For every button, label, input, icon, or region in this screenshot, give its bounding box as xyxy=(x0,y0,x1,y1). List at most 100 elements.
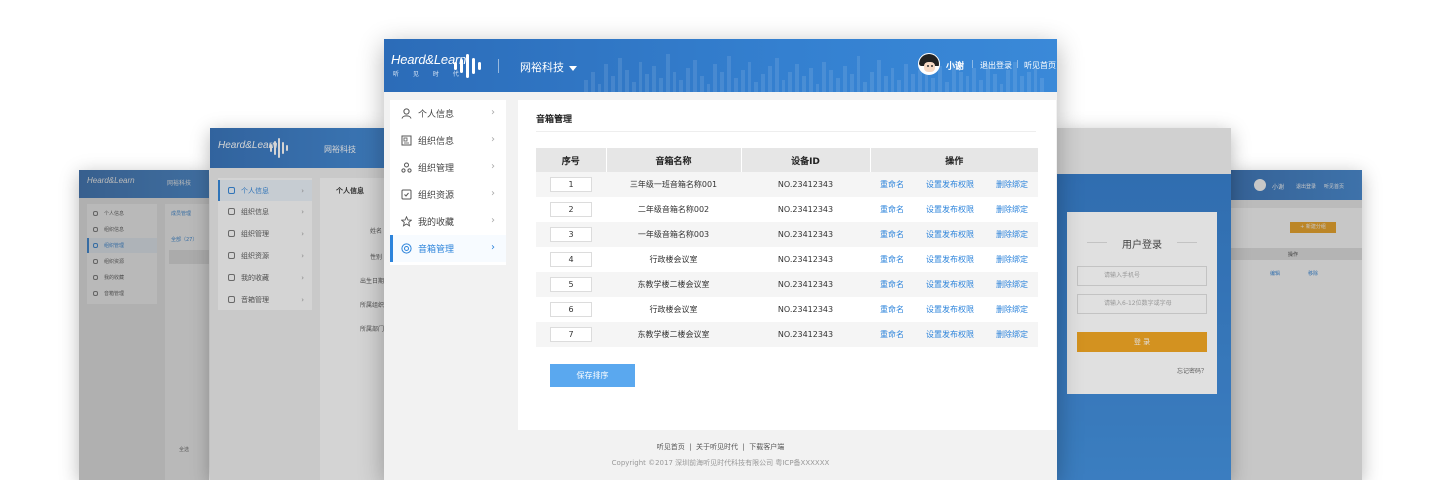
table-row: 4 行政楼会议室 NO.23412343 重命名 设置发布权限 删除绑定 xyxy=(536,247,1038,272)
unbind-link[interactable]: 删除绑定 xyxy=(996,180,1028,189)
sidebar-item-org-resource[interactable]: 组织资源 › xyxy=(390,181,506,208)
page-title: 音箱管理 xyxy=(536,115,573,125)
bg-screen-profile: Heard&Learn 网裕科技 个人信息 › 组织信息 › 组织管理 › 组织资源 ›… xyxy=(210,128,384,480)
chevron-right-icon: › xyxy=(491,107,495,118)
equalizer-bar xyxy=(767,66,772,92)
avatar[interactable] xyxy=(918,53,940,75)
bg-list-select-all: 全选 xyxy=(179,447,190,453)
home-link[interactable]: 听见首页 xyxy=(1024,60,1056,71)
publish-permission-link[interactable]: 设置发布权限 xyxy=(926,180,974,189)
bg-left-item: 组织资源 xyxy=(104,259,125,265)
rename-link[interactable]: 重命名 xyxy=(880,255,904,264)
equalizer-bar xyxy=(1026,72,1031,92)
unbind-link[interactable]: 删除绑定 xyxy=(996,255,1028,264)
login-button[interactable]: 登 录 xyxy=(1077,332,1207,352)
login-title: 用户登录 xyxy=(1122,240,1162,251)
title-divider xyxy=(536,131,1036,132)
sidebar-item-profile[interactable]: 个人信息 › xyxy=(390,100,506,127)
equalizer-bar xyxy=(965,76,970,92)
bg-right-action: 移除 xyxy=(1308,271,1319,277)
device-id-cell: NO.23412343 xyxy=(741,172,870,197)
bg-screen-left: Heard&Learn 网裕科技 个人信息 组织信息 组织管理 组织资源 我的收… xyxy=(79,170,209,480)
seq-input[interactable]: 4 xyxy=(550,252,592,267)
seq-input[interactable]: 2 xyxy=(550,202,592,217)
equalizer-bar xyxy=(645,74,650,92)
bg-right-ops-header: 操作 xyxy=(1288,252,1299,258)
seq-input[interactable]: 7 xyxy=(550,327,592,342)
unbind-link[interactable]: 删除绑定 xyxy=(996,280,1028,289)
equalizer-bar xyxy=(795,64,799,92)
unbind-link[interactable]: 删除绑定 xyxy=(996,230,1028,239)
sidebar-item-org-info[interactable]: 组织信息 › xyxy=(390,127,506,154)
footer-link-about[interactable]: 关于听见时代 xyxy=(696,443,738,451)
unbind-link[interactable]: 删除绑定 xyxy=(996,305,1028,314)
footer-link-download[interactable]: 下载客户端 xyxy=(749,443,784,451)
bg-profile-field: 所属组织 xyxy=(360,302,384,309)
rename-link[interactable]: 重命名 xyxy=(880,180,904,189)
speaker-name-cell: 东教学楼二楼会议室 xyxy=(606,272,741,297)
forgot-password-link[interactable]: 忘记密码？ xyxy=(1177,366,1207,375)
publish-permission-link[interactable]: 设置发布权限 xyxy=(926,305,974,314)
id-card-icon xyxy=(93,227,98,232)
publish-permission-link[interactable]: 设置发布权限 xyxy=(926,255,974,264)
seq-input[interactable]: 6 xyxy=(550,302,592,317)
rename-link[interactable]: 重命名 xyxy=(880,230,904,239)
actions-cell: 重命名 设置发布权限 删除绑定 xyxy=(870,222,1038,247)
seq-cell: 3 xyxy=(536,222,606,247)
equalizer-bar xyxy=(870,72,874,92)
equalizer-bar xyxy=(761,74,765,92)
footer-links: 听见首页 | 关于听见时代 | 下载客户端 xyxy=(384,442,1057,452)
user-name[interactable]: 小谢 xyxy=(946,59,964,72)
equalizer-bar xyxy=(665,54,670,92)
bg-left-item: 组织管理 xyxy=(104,243,125,249)
chevron-right-icon: › xyxy=(491,242,495,253)
resource-icon xyxy=(228,252,235,259)
equalizer-bar xyxy=(679,80,684,92)
rename-link[interactable]: 重命名 xyxy=(880,330,904,339)
save-order-button[interactable]: 保存排序 xyxy=(550,364,635,387)
sidebar-item-speaker-manage[interactable]: 音箱管理 › xyxy=(390,235,506,262)
org-switcher[interactable]: 网裕科技 xyxy=(520,59,577,75)
equalizer-bar xyxy=(815,84,820,92)
equalizer-bar xyxy=(979,80,983,92)
org-chart-icon xyxy=(93,243,98,248)
equalizer-bar xyxy=(672,72,677,92)
rename-link[interactable]: 重命名 xyxy=(880,280,904,289)
unbind-link[interactable]: 删除绑定 xyxy=(996,205,1028,214)
table-row: 6 行政楼会议室 NO.23412343 重命名 设置发布权限 删除绑定 xyxy=(536,297,1038,322)
caret-down-icon xyxy=(569,65,577,71)
seq-input[interactable]: 5 xyxy=(550,277,592,292)
equalizer-bar xyxy=(822,62,827,92)
equalizer-bar xyxy=(618,58,622,92)
rename-link[interactable]: 重命名 xyxy=(880,305,904,314)
device-id-cell: NO.23412343 xyxy=(777,305,834,314)
user-icon xyxy=(401,108,412,119)
equalizer-bar xyxy=(720,72,725,92)
speaker-table: 序号 音箱名称 设备ID 操作 1 三年级一班音箱名称001 NO.23412343… xyxy=(536,148,1038,347)
publish-permission-link[interactable]: 设置发布权限 xyxy=(926,205,974,214)
unbind-link[interactable]: 删除绑定 xyxy=(996,330,1028,339)
password-field[interactable]: 请输入6-12位数字或字母 xyxy=(1077,294,1207,314)
equalizer-bar xyxy=(829,70,834,92)
speaker-icon xyxy=(228,296,235,303)
seq-input[interactable]: 1 xyxy=(550,177,592,192)
sidebar-item-favorites[interactable]: 我的收藏 › xyxy=(390,208,506,235)
publish-permission-link[interactable]: 设置发布权限 xyxy=(926,230,974,239)
publish-permission-link[interactable]: 设置发布权限 xyxy=(926,280,974,289)
equalizer-bar xyxy=(597,84,602,92)
footer-link-home[interactable]: 听见首页 xyxy=(657,443,685,451)
copyright: Copyright ©2017 深圳前海听见时代科技有限公司 粤ICP备XXXX… xyxy=(611,459,830,467)
publish-permission-link[interactable]: 设置发布权限 xyxy=(926,330,974,339)
equalizer-bar xyxy=(686,68,690,92)
phone-field[interactable]: 请输入手机号 xyxy=(1077,266,1207,286)
rename-link[interactable]: 重命名 xyxy=(880,205,904,214)
bg-profile-field: 性别 xyxy=(369,254,382,261)
bg-left-logo: Heard&Learn xyxy=(87,176,135,185)
sidebar-item-org-manage[interactable]: 组织管理 › xyxy=(390,154,506,181)
logout-link[interactable]: 退出登录 xyxy=(980,60,1012,71)
seq-input[interactable]: 3 xyxy=(550,227,592,242)
sidebar-item-label: 组织信息 xyxy=(418,137,455,147)
equalizer-bar xyxy=(890,68,895,92)
equalizer-bar xyxy=(945,82,949,92)
seq-cell: 6 xyxy=(536,297,606,322)
